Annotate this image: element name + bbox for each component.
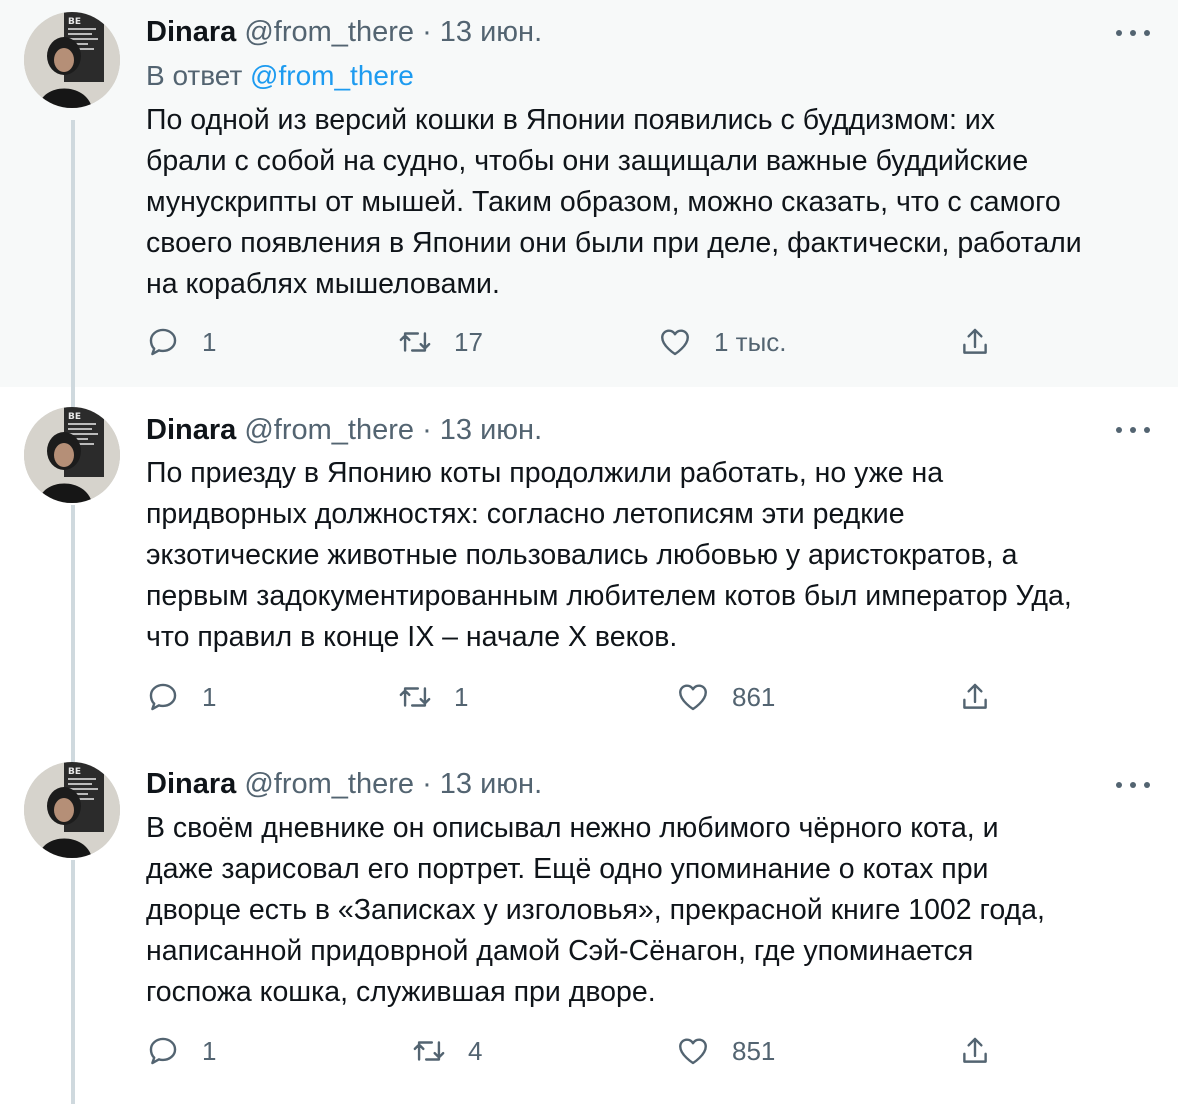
more-options-icon[interactable] — [1116, 779, 1150, 791]
heart-icon — [679, 1038, 707, 1065]
avatar[interactable]: BE — [24, 762, 120, 858]
tweet-date[interactable]: 13 июн. — [440, 768, 542, 800]
tweet-actions: 1 17 1 тыс. — [146, 322, 1006, 362]
reply-count: 1 — [202, 681, 217, 712]
like-button[interactable]: 851 — [676, 1031, 775, 1071]
share-button[interactable] — [958, 322, 992, 362]
tweet-text: По одной из версий кошки в Японии появил… — [146, 104, 1082, 300]
thread-connector-line — [71, 860, 75, 1104]
retweet-icon — [399, 687, 431, 707]
reply-icon — [149, 328, 177, 356]
like-count: 1 тыс. — [714, 326, 787, 357]
tweet-date[interactable]: 13 июн. — [440, 16, 542, 48]
tweet-header: Dinara @from_there · 13 июн. — [146, 412, 1148, 448]
author-name[interactable]: Dinara — [146, 16, 236, 48]
heart-icon — [679, 684, 707, 711]
avatar-image: BE — [24, 407, 120, 503]
share-icon — [963, 328, 987, 354]
share-button[interactable] — [958, 677, 992, 717]
like-count: 861 — [732, 681, 776, 712]
avatar[interactable]: BE — [24, 12, 120, 108]
tweet-2[interactable]: BE Dinara @from_there · 13 июн. По приез… — [0, 387, 1178, 754]
tweet-date[interactable]: 13 июн. — [440, 414, 542, 446]
retweet-button[interactable]: 17 — [398, 322, 483, 362]
reply-icon — [149, 1037, 177, 1065]
separator-dot: · — [422, 414, 432, 446]
tweet-thread: BE Dinara @from_there · 13 июн. В ответ … — [0, 0, 1178, 1104]
svg-text:BE: BE — [68, 767, 81, 777]
retweet-count: 4 — [468, 1035, 483, 1066]
thread-connector-line — [71, 387, 75, 407]
reply-count: 1 — [202, 326, 217, 357]
tweet-text: В своём дневнике он описывал нежно любим… — [146, 812, 1045, 1008]
separator-dot: · — [422, 16, 432, 48]
share-icon — [963, 683, 987, 709]
tweet-header: Dinara @from_there · 13 июн. — [146, 14, 1148, 50]
svg-text:BE: BE — [68, 412, 81, 422]
reply-button[interactable]: 1 — [146, 1031, 216, 1071]
like-button[interactable]: 1 тыс. — [658, 322, 787, 362]
author-name[interactable]: Dinara — [146, 414, 236, 446]
avatar-image: BE — [24, 12, 120, 108]
like-count: 851 — [732, 1035, 776, 1066]
avatar[interactable]: BE — [24, 407, 120, 503]
retweet-button[interactable]: 1 — [398, 677, 468, 717]
reply-count: 1 — [202, 1035, 217, 1066]
heart-icon — [661, 329, 689, 356]
tweet-text: По приезду в Японию коты продолжили рабо… — [146, 457, 1072, 653]
thread-connector-line — [71, 505, 75, 754]
author-handle[interactable]: @from_there — [244, 768, 414, 800]
retweet-icon — [399, 332, 431, 352]
tweet-actions: 1 1 861 — [146, 677, 1006, 717]
avatar-image: BE — [24, 762, 120, 858]
more-options-icon[interactable] — [1116, 27, 1150, 39]
like-button[interactable]: 861 — [676, 677, 775, 717]
author-handle[interactable]: @from_there — [244, 414, 414, 446]
share-icon — [963, 1037, 987, 1063]
retweet-icon — [413, 1041, 445, 1061]
retweet-count: 17 — [454, 326, 483, 357]
retweet-button[interactable]: 4 — [412, 1031, 482, 1071]
reply-prefix: В ответ — [146, 60, 243, 91]
author-handle[interactable]: @from_there — [244, 16, 414, 48]
more-options-icon[interactable] — [1116, 424, 1150, 436]
reply-button[interactable]: 1 — [146, 322, 216, 362]
reply-icon — [149, 683, 177, 711]
reply-button[interactable]: 1 — [146, 677, 216, 717]
retweet-count: 1 — [454, 681, 469, 712]
thread-connector-line — [71, 120, 75, 387]
tweet-actions: 1 4 851 — [146, 1031, 1006, 1071]
tweet-3[interactable]: BE Dinara @from_there · 13 июн. В своём … — [0, 754, 1178, 1104]
share-button[interactable] — [958, 1031, 992, 1071]
tweet-1[interactable]: BE Dinara @from_there · 13 июн. В ответ … — [0, 0, 1178, 387]
reply-context: В ответ @from_there — [146, 58, 414, 94]
svg-text:BE: BE — [68, 17, 81, 27]
thread-connector-line — [71, 754, 75, 762]
tweet-header: Dinara @from_there · 13 июн. — [146, 766, 1148, 802]
reply-to-handle-link[interactable]: @from_there — [250, 60, 414, 91]
author-name[interactable]: Dinara — [146, 768, 236, 800]
separator-dot: · — [422, 768, 432, 800]
